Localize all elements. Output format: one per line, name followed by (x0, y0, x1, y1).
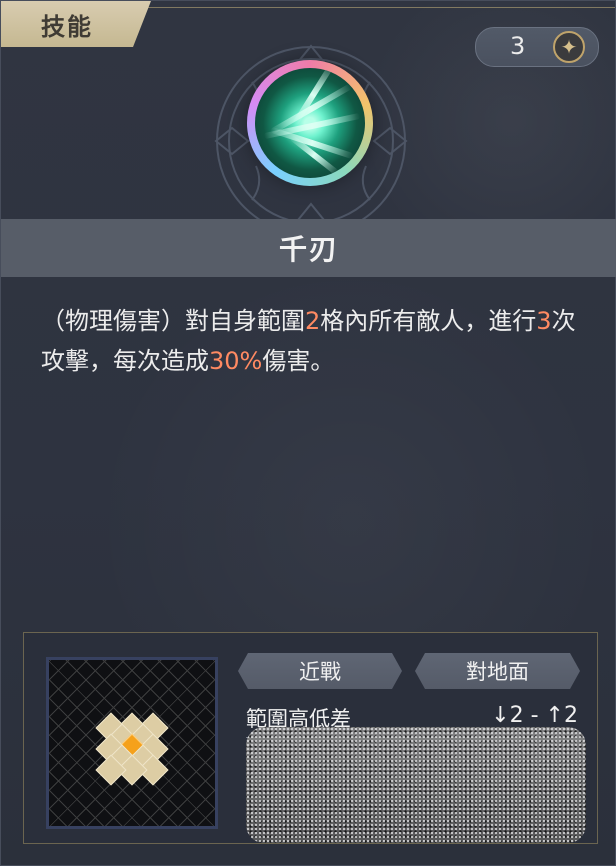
skill-art (255, 68, 365, 178)
description-part: （物理傷害）對自身範圍 (41, 307, 305, 335)
skill-cost-pill: 3 ✦ (475, 27, 599, 67)
attack-count-highlight: 3 (536, 307, 552, 335)
skill-name: 千刃 (278, 233, 339, 266)
range-preview (46, 657, 218, 829)
skill-attributes-panel: 近戰 對地面 範圍高低差 ↓2 - ↑2 (23, 632, 598, 844)
height-difference-value: ↓2 - ↑2 (491, 703, 578, 728)
skill-description: （物理傷害）對自身範圍2格內所有敵人，進行3次攻擊，每次造成30%傷害。 (41, 301, 586, 381)
sword-slash-icon (247, 60, 373, 186)
description-part: 格內所有敵人，進行 (320, 307, 537, 335)
top-divider (141, 7, 615, 8)
skill-panel: 技能 3 ✦ 千刃 （物理傷害）對自身範圍2格內所有敵人，進行3次攻擊，每次造成… (0, 0, 616, 866)
star-icon: ✦ (553, 31, 585, 63)
attack-type-badge: 近戰 (238, 653, 402, 689)
target-type-label: 對地面 (466, 660, 529, 684)
attack-type-label: 近戰 (299, 660, 341, 684)
skill-cost-value: 3 (510, 32, 526, 60)
range-highlight: 2 (305, 307, 321, 335)
skill-name-bar: 千刃 (1, 219, 616, 277)
description-part: 傷害。 (262, 347, 335, 375)
blurred-obscured-area (246, 727, 586, 843)
panel-title: 技能 (41, 12, 93, 41)
damage-highlight: 30% (209, 347, 263, 375)
panel-title-tab: 技能 (1, 1, 151, 47)
target-type-badge: 對地面 (415, 653, 580, 689)
